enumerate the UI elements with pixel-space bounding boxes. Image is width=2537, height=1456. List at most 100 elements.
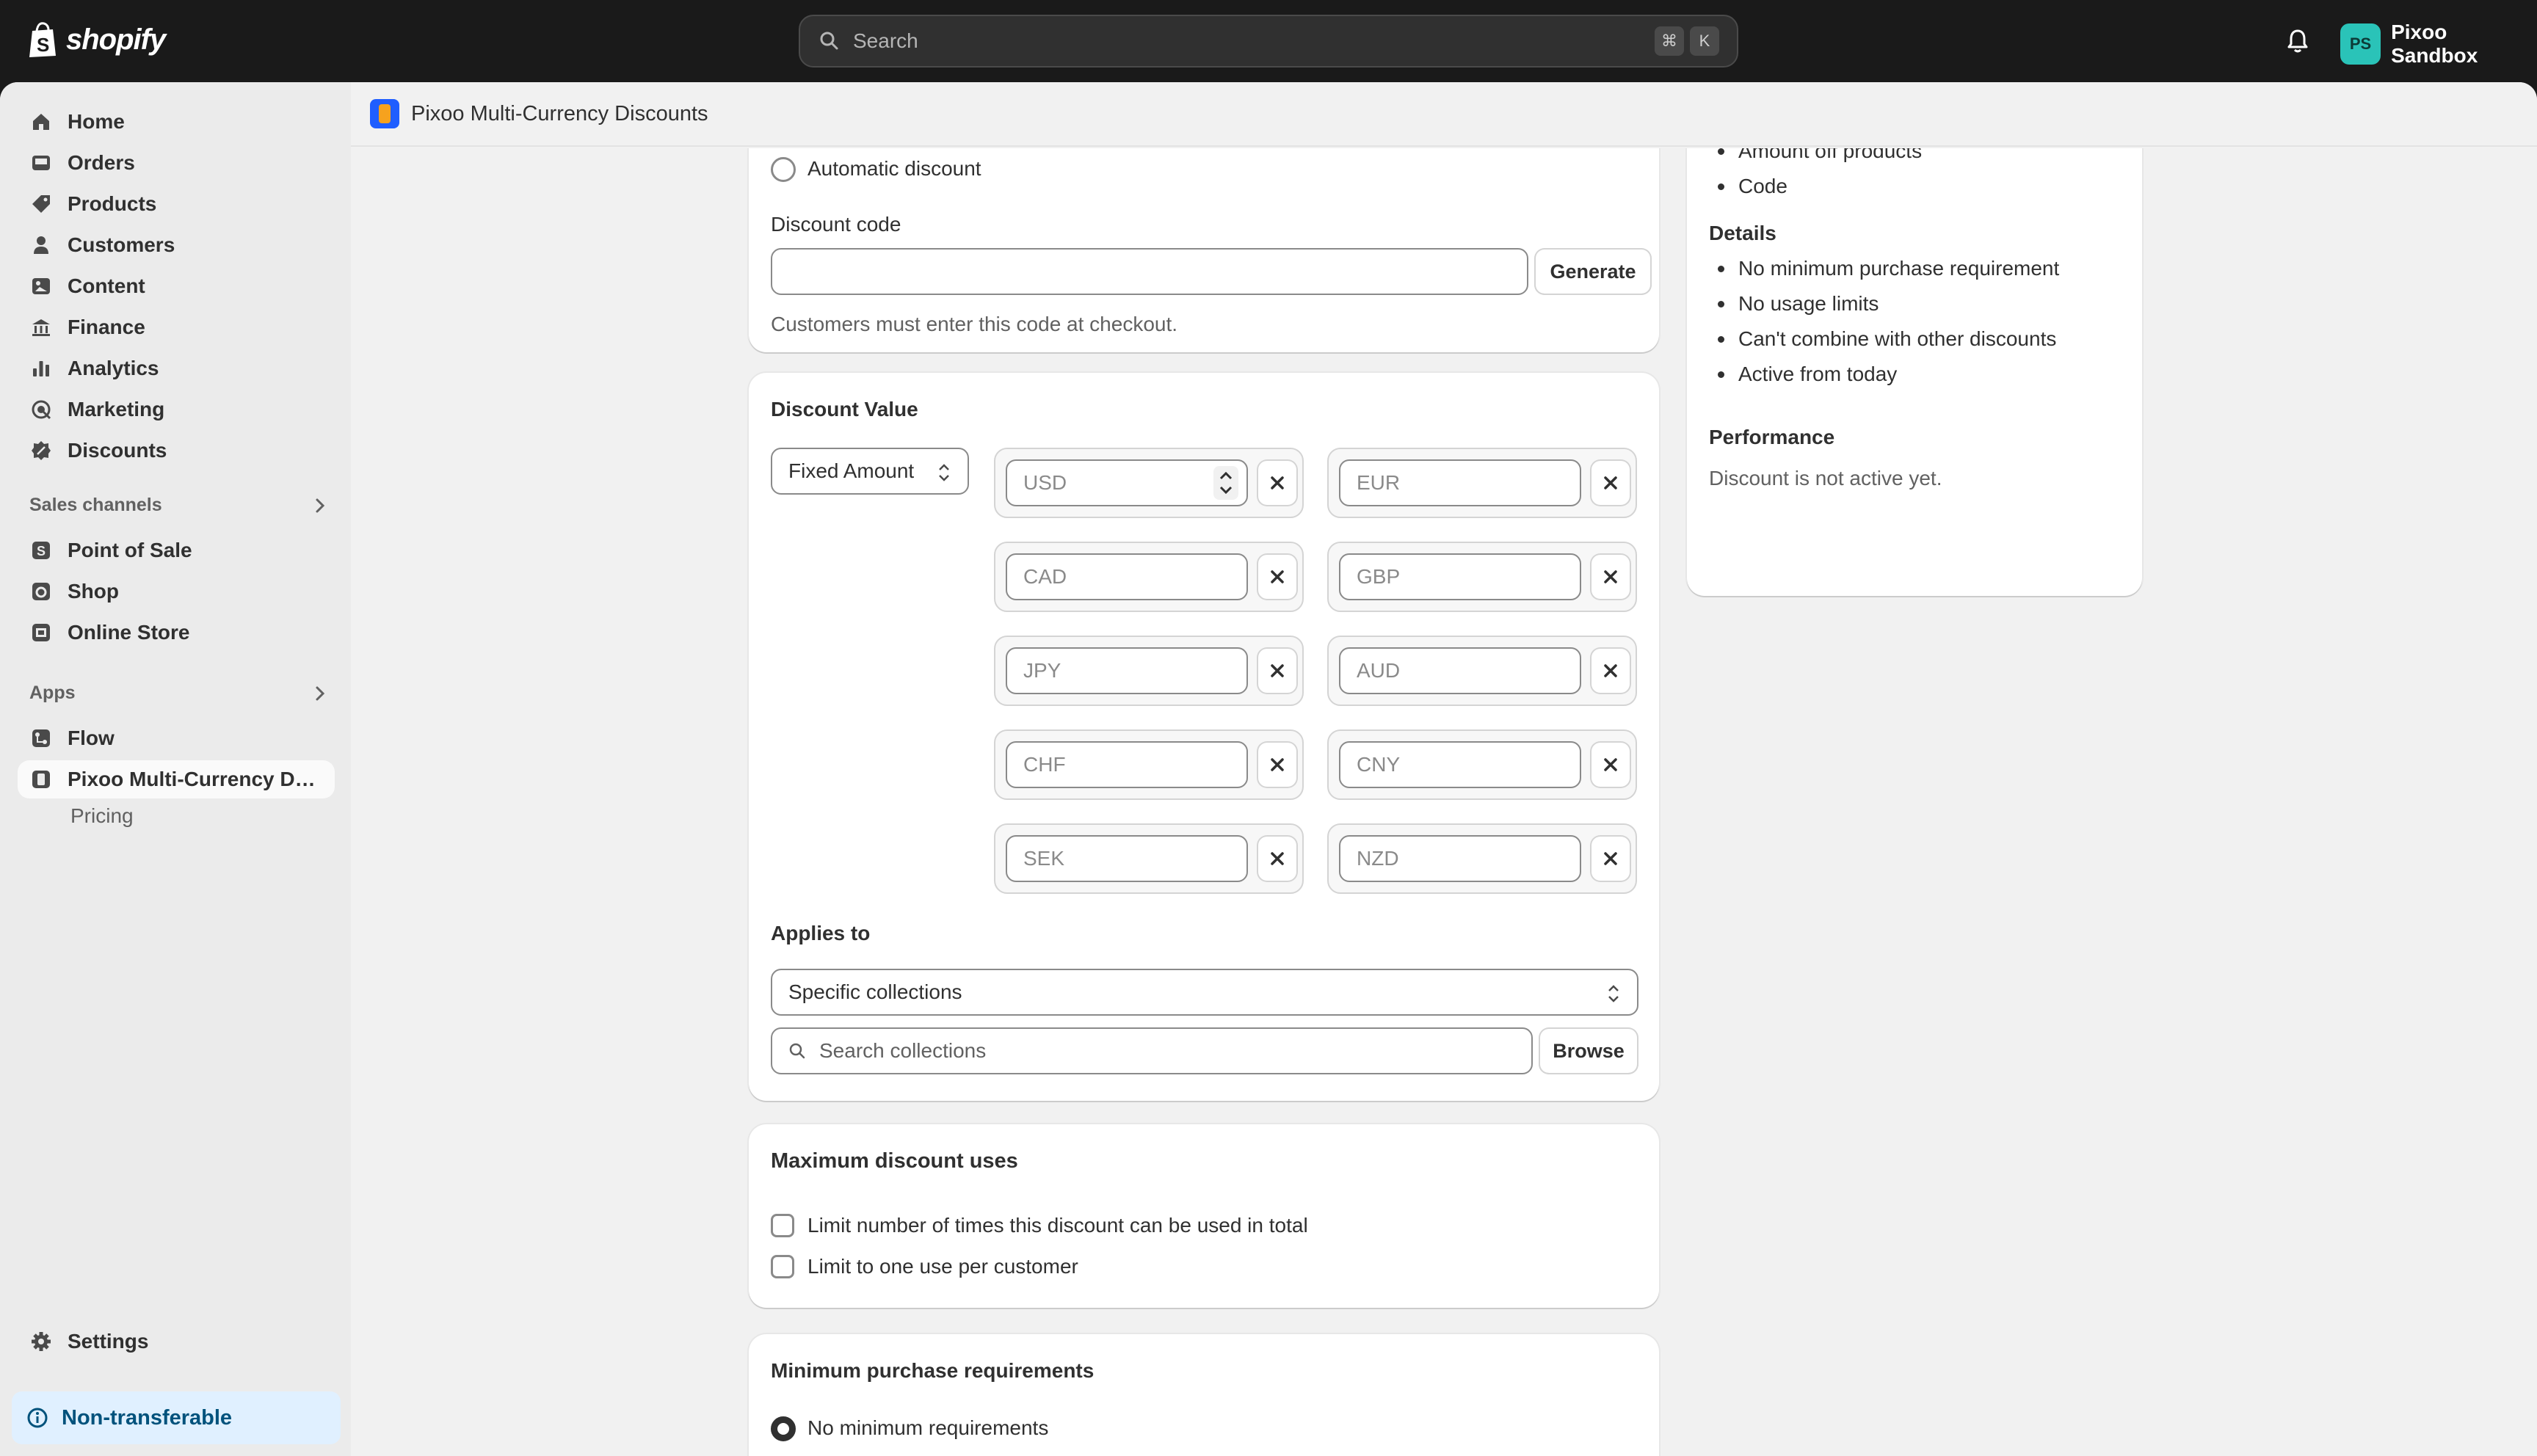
gear-icon [32,1332,51,1351]
sidebar-subitem-pricing[interactable]: Pricing [70,804,134,828]
shopify-logo[interactable]: S shopify [26,21,166,59]
discount-type-list: Amount off products Code [1709,148,1922,204]
usd-amount-input[interactable]: USD [1006,459,1248,506]
svg-text:S: S [37,544,46,558]
summary-card: Amount off products Code Details No mini… [1687,148,2142,596]
automatic-discount-label: Automatic discount [807,157,981,180]
currency-placeholder: CNY [1357,753,1401,776]
discount-type-value: Fixed Amount [788,459,915,482]
automatic-discount-radio[interactable] [771,157,796,182]
sidebar-item-label: Discounts [68,439,167,462]
limit-total-uses-checkbox[interactable] [771,1214,794,1237]
apps-title: Apps [29,682,76,703]
remove-chf-button[interactable] [1257,741,1298,788]
performance-header: Performance [1709,426,1835,448]
sidebar-item-pixoo-app[interactable]: Pixoo Multi-Currency Dis... [18,760,335,798]
currency-row-sek: SEK [994,823,1304,894]
sidebar-item-finance[interactable]: Finance [18,308,335,346]
sidebar-item-label: Shop [68,580,119,603]
sidebar: Home Orders Products Customers Content F… [0,82,351,1456]
remove-aud-button[interactable] [1590,647,1631,694]
maximum-uses-card: Maximum discount uses Limit number of ti… [749,1124,1659,1308]
remove-nzd-button[interactable] [1590,835,1631,882]
search-shortcut: ⌘ K [1655,26,1719,56]
number-stepper-icon[interactable] [1213,465,1239,500]
remove-sek-button[interactable] [1257,835,1298,882]
cad-amount-input[interactable]: CAD [1006,553,1248,600]
browse-button[interactable]: Browse [1539,1027,1638,1074]
discount-code-input[interactable] [771,248,1528,295]
close-icon [1604,476,1617,489]
sek-amount-input[interactable]: SEK [1006,835,1248,882]
applies-to-title: Applies to [771,922,871,944]
sidebar-item-settings[interactable]: Settings [18,1322,335,1361]
no-minimum-radio[interactable] [771,1416,796,1441]
remove-gbp-button[interactable] [1590,553,1631,600]
currency-placeholder: NZD [1357,847,1399,870]
admin-shell: Home Orders Products Customers Content F… [0,82,2537,1456]
gbp-amount-input[interactable]: GBP [1339,553,1581,600]
app-icon [32,771,50,788]
sidebar-item-orders[interactable]: Orders [18,144,335,182]
aud-amount-input[interactable]: AUD [1339,647,1581,694]
currency-row-cny: CNY [1327,729,1637,800]
discount-icon [32,441,51,460]
discount-code-help-text: Customers must enter this code at checko… [771,313,1178,335]
bar-chart-icon [33,361,49,376]
currency-placeholder: CHF [1023,753,1066,776]
sidebar-item-analytics[interactable]: Analytics [18,349,335,387]
discount-type-select[interactable]: Fixed Amount [771,448,969,495]
generate-code-button[interactable]: Generate [1534,248,1652,295]
sidebar-item-marketing[interactable]: Marketing [18,390,335,429]
sidebar-item-label: Flow [68,727,115,749]
eur-amount-input[interactable]: EUR [1339,459,1581,506]
currency-placeholder: JPY [1023,659,1061,682]
sidebar-item-customers[interactable]: Customers [18,226,335,264]
search-icon [789,1043,805,1059]
image-icon [32,278,50,294]
sidebar-item-label: Content [68,274,145,297]
pos-icon: S [32,542,50,559]
global-search[interactable]: Search ⌘ K [799,15,1738,68]
cny-amount-input[interactable]: CNY [1339,741,1581,788]
remove-usd-button[interactable] [1257,459,1298,506]
sidebar-item-flow[interactable]: Flow [18,719,335,757]
sidebar-item-shop[interactable]: Shop [18,572,335,611]
svg-text:S: S [37,34,49,56]
person-icon [34,236,48,254]
sidebar-item-products[interactable]: Products [18,185,335,223]
apps-header[interactable]: Apps [29,682,330,704]
remove-eur-button[interactable] [1590,459,1631,506]
sales-channels-header[interactable]: Sales channels [29,495,330,516]
close-icon [1604,758,1617,771]
k-key: K [1690,26,1719,56]
notifications-bell-icon[interactable] [2283,26,2312,56]
close-icon [1271,852,1284,865]
search-placeholder: Search [853,29,918,52]
details-header: Details [1709,222,1776,244]
minimum-requirements-title: Minimum purchase requirements [771,1359,1095,1382]
remove-cad-button[interactable] [1257,553,1298,600]
jpy-amount-input[interactable]: JPY [1006,647,1248,694]
account-name: Pixoo Sandbox [2391,21,2478,67]
list-item: Amount off products [1709,148,1922,169]
non-transferable-banner[interactable]: Non-transferable [12,1391,341,1444]
search-collections-input[interactable]: Search collections [771,1027,1533,1074]
currency-placeholder: CAD [1023,565,1067,588]
sidebar-item-online-store[interactable]: Online Store [18,614,335,652]
nzd-amount-input[interactable]: NZD [1339,835,1581,882]
limit-per-customer-checkbox[interactable] [771,1255,794,1278]
account-menu[interactable]: PS Pixoo Sandbox [2340,21,2537,68]
sidebar-item-content[interactable]: Content [18,267,335,305]
remove-cny-button[interactable] [1590,741,1631,788]
chf-amount-input[interactable]: CHF [1006,741,1248,788]
flow-icon [32,729,50,747]
applies-to-select[interactable]: Specific collections [771,969,1638,1016]
sidebar-item-discounts[interactable]: Discounts [18,432,335,470]
remove-jpy-button[interactable] [1257,647,1298,694]
sidebar-item-point-of-sale[interactable]: S Point of Sale [18,531,335,569]
maximum-uses-title: Maximum discount uses [771,1149,1018,1173]
sidebar-item-home[interactable]: Home [18,103,335,141]
app-content: Automatic discount Discount code Generat… [351,148,2537,1456]
close-icon [1271,570,1284,583]
